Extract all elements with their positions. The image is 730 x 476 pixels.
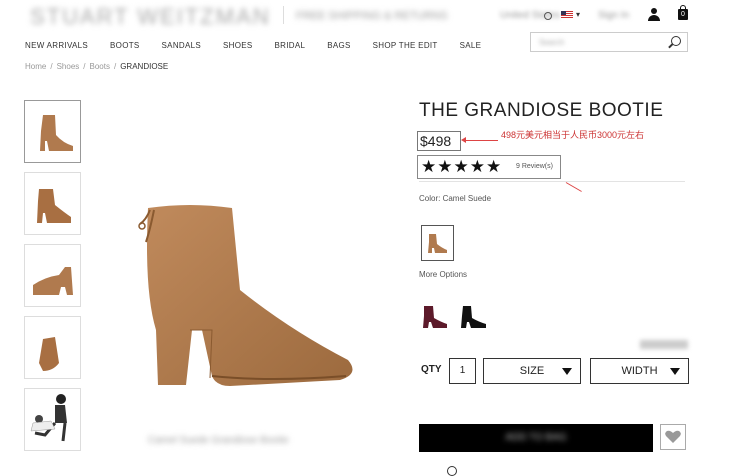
qty-label: QTY: [421, 364, 442, 375]
shopping-bag-icon[interactable]: 0: [678, 5, 688, 20]
thumbnail-5[interactable]: [24, 388, 81, 451]
size-select-label: SIZE: [519, 365, 545, 377]
chevron-down-icon: [562, 368, 572, 375]
breadcrumb: Home / Shoes / Boots / GRANDIOSE: [25, 62, 169, 71]
boot-front-image: [37, 189, 71, 223]
image-caption: Camel Suede Grandiose Bootie: [148, 435, 289, 446]
user-icon[interactable]: [648, 8, 660, 22]
nav-item-bridal[interactable]: BRIDAL: [275, 41, 306, 50]
product-title: THE GRANDIOSE BOOTIE: [419, 100, 664, 121]
divider: [283, 6, 284, 24]
region-radio-icon[interactable]: [544, 12, 552, 20]
us-flag-icon[interactable]: [561, 11, 573, 19]
divider: [419, 181, 685, 182]
nav-item-new-arrivals[interactable]: NEW ARRIVALS: [25, 41, 88, 50]
main-nav: NEW ARRIVALS BOOTS SANDALS SHOES BRIDAL …: [25, 41, 503, 50]
search-placeholder: Search: [539, 38, 565, 47]
color-swatch-camel[interactable]: [421, 225, 454, 261]
more-options-label: More Options: [419, 270, 468, 279]
model-photo-image: [30, 394, 67, 442]
product-price: $498: [417, 131, 461, 151]
size-select[interactable]: SIZE: [483, 358, 581, 384]
chevron-down-icon[interactable]: ▾: [576, 10, 580, 19]
top-bar: STUART WEITZMAN FREE SHIPPING & RETURNS …: [0, 0, 730, 30]
nav-item-boots[interactable]: BOOTS: [110, 41, 140, 50]
add-to-bag-button[interactable]: ADD TO BAG: [419, 424, 653, 452]
width-select-label: WIDTH: [621, 365, 658, 377]
nav-item-bags[interactable]: BAGS: [327, 41, 350, 50]
breadcrumb-current: GRANDIOSE: [120, 62, 169, 71]
heart-icon: [665, 430, 681, 443]
size-guide-link[interactable]: [640, 340, 688, 349]
annotation-line: [464, 140, 498, 141]
wishlist-button[interactable]: [660, 424, 686, 450]
brand-logo[interactable]: STUART WEITZMAN: [30, 4, 271, 30]
thumbnail-4[interactable]: [24, 316, 81, 379]
price-annotation: 498元美元相当于人民币3000元左右: [501, 130, 645, 140]
thumbnail-3[interactable]: [24, 244, 81, 307]
nav-item-shoes[interactable]: SHOES: [223, 41, 253, 50]
add-to-bag-label: ADD TO BAG: [505, 432, 567, 443]
star-rating-icon: ★★★★★: [421, 157, 503, 176]
search-icon[interactable]: [671, 36, 681, 46]
color-label: Color: Camel Suede: [419, 194, 492, 203]
annotation-arrow-line: [565, 182, 582, 192]
shipping-tagline: FREE SHIPPING & RETURNS: [296, 10, 448, 22]
product-main-image: [138, 205, 353, 386]
quantity-input[interactable]: 1: [449, 358, 476, 384]
breadcrumb-home[interactable]: Home: [25, 62, 46, 71]
search-input[interactable]: Search: [530, 32, 688, 52]
rating-box: ★★★★★ 9 Review(s): [417, 155, 561, 179]
account-link[interactable]: Sign In: [598, 10, 629, 21]
boot-back-image: [33, 267, 73, 295]
breadcrumb-shoes[interactable]: Shoes: [57, 62, 80, 71]
nav-item-sale[interactable]: SALE: [460, 41, 482, 50]
boot-top-image: [39, 337, 59, 371]
width-select[interactable]: WIDTH: [590, 358, 689, 384]
color-swatch-burgundy[interactable]: [419, 302, 453, 332]
thumbnail-2[interactable]: [24, 172, 81, 235]
info-icon[interactable]: [447, 466, 457, 476]
nav-item-sandals[interactable]: SANDALS: [162, 41, 201, 50]
nav-item-shop-the-edit[interactable]: SHOP THE EDIT: [373, 41, 438, 50]
reviews-link[interactable]: 9 Review(s): [516, 163, 553, 170]
boot-side-image: [40, 115, 73, 151]
boot-camel-icon: [428, 234, 447, 253]
breadcrumb-boots[interactable]: Boots: [90, 62, 110, 71]
chevron-down-icon: [670, 368, 680, 375]
thumbnail-1[interactable]: [24, 100, 81, 163]
color-swatch-black[interactable]: [456, 302, 490, 332]
